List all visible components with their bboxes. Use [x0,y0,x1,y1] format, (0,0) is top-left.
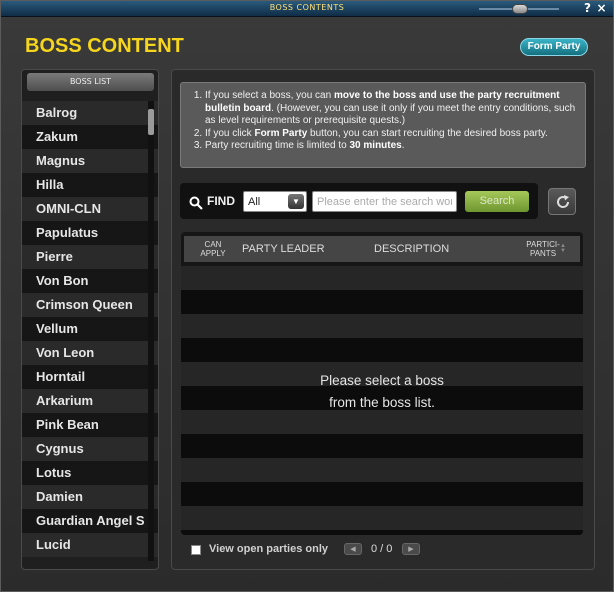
find-bar: FIND All ▼ Search [180,183,538,219]
close-button[interactable]: × [595,2,608,15]
help-button[interactable]: ? [581,2,594,15]
opacity-slider-handle[interactable] [512,4,528,14]
boss-list-item[interactable]: Arkarium [22,389,158,413]
table-row [181,314,583,338]
boss-contents-window: BOSS CONTENTS ? × BOSS CONTENT Form Part… [0,0,614,592]
boss-list-item[interactable]: Hilla [22,173,158,197]
boss-list-item[interactable]: Pink Bean [22,413,158,437]
previous-page-button[interactable]: ◀ [344,543,362,555]
form-party-button[interactable]: Form Party [520,38,588,56]
boss-list: Balrog Zakum Magnus Hilla OMNI-CLN Papul… [22,101,158,557]
boss-list-item[interactable]: Balrog [22,101,158,125]
boss-list-item[interactable]: Papulatus [22,221,158,245]
search-input[interactable] [312,191,457,212]
table-row [181,290,583,314]
boss-list-item[interactable]: Horntail [22,365,158,389]
chevron-down-icon[interactable]: ▼ [288,194,304,209]
boss-list-scroll-thumb[interactable] [148,109,154,135]
next-page-button[interactable]: ▶ [402,543,420,555]
column-description[interactable]: DESCRIPTION [374,243,449,255]
table-row [181,458,583,482]
search-button[interactable]: Search [465,191,529,212]
boss-list-item[interactable]: Vellum [22,317,158,341]
boss-list-item[interactable]: Damien [22,485,158,509]
boss-list-item[interactable]: OMNI-CLN [22,197,158,221]
table-row [181,266,583,290]
empty-state-message: Please select a boss from the boss list. [320,373,444,410]
boss-list-item[interactable]: Pierre [22,245,158,269]
boss-list-item[interactable]: Von Leon [22,341,158,365]
boss-list-scrollbar[interactable] [148,101,154,561]
find-label: FIND [207,194,235,208]
refresh-button[interactable] [548,188,576,215]
view-open-parties-label[interactable]: View open parties only [209,543,328,555]
boss-list-panel: BOSS LIST Balrog Zakum Magnus Hilla OMNI… [21,69,159,570]
refresh-icon [557,195,570,208]
column-participants[interactable]: PARTICI- PANTS [522,240,564,258]
info-line-3: Party recruiting time is limited to 30 m… [205,140,577,153]
title-bar[interactable]: BOSS CONTENTS ? × [1,1,613,17]
info-line-1: If you select a boss, you can move to th… [205,90,577,128]
boss-list-item[interactable]: Magnus [22,149,158,173]
boss-list-item[interactable]: Lotus [22,461,158,485]
sort-icon[interactable]: ▲ ▼ [560,243,566,254]
boss-list-title: BOSS LIST [27,73,154,91]
page-title: BOSS CONTENT [25,35,184,57]
magnifier-icon [189,195,203,214]
page-indicator: 0 / 0 [371,543,393,555]
search-filter-value: All [248,196,261,208]
boss-list-item[interactable]: Zakum [22,125,158,149]
table-row [181,506,583,530]
boss-list-item[interactable]: Lucid [22,533,158,557]
boss-list-item[interactable]: Cygnus [22,437,158,461]
view-open-parties-checkbox[interactable] [191,545,201,555]
boss-list-item[interactable]: Von Bon [22,269,158,293]
column-can-apply[interactable]: CAN APPLY [197,240,229,258]
party-table: CAN APPLY PARTY LEADER DESCRIPTION PARTI… [181,232,583,535]
info-notice: If you select a boss, you can move to th… [180,82,586,168]
search-filter-select[interactable]: All ▼ [243,191,307,212]
column-party-leader[interactable]: PARTY LEADER [242,243,325,255]
party-board-panel: If you select a boss, you can move to th… [171,69,595,570]
boss-list-item[interactable]: Guardian Angel S [22,509,158,533]
table-row [181,434,583,458]
table-row [181,482,583,506]
info-line-2: If you click Form Party button, you can … [205,128,577,141]
table-header: CAN APPLY PARTY LEADER DESCRIPTION PARTI… [184,236,580,262]
table-row [181,530,583,535]
boss-list-item[interactable]: Crimson Queen [22,293,158,317]
table-row [181,338,583,362]
